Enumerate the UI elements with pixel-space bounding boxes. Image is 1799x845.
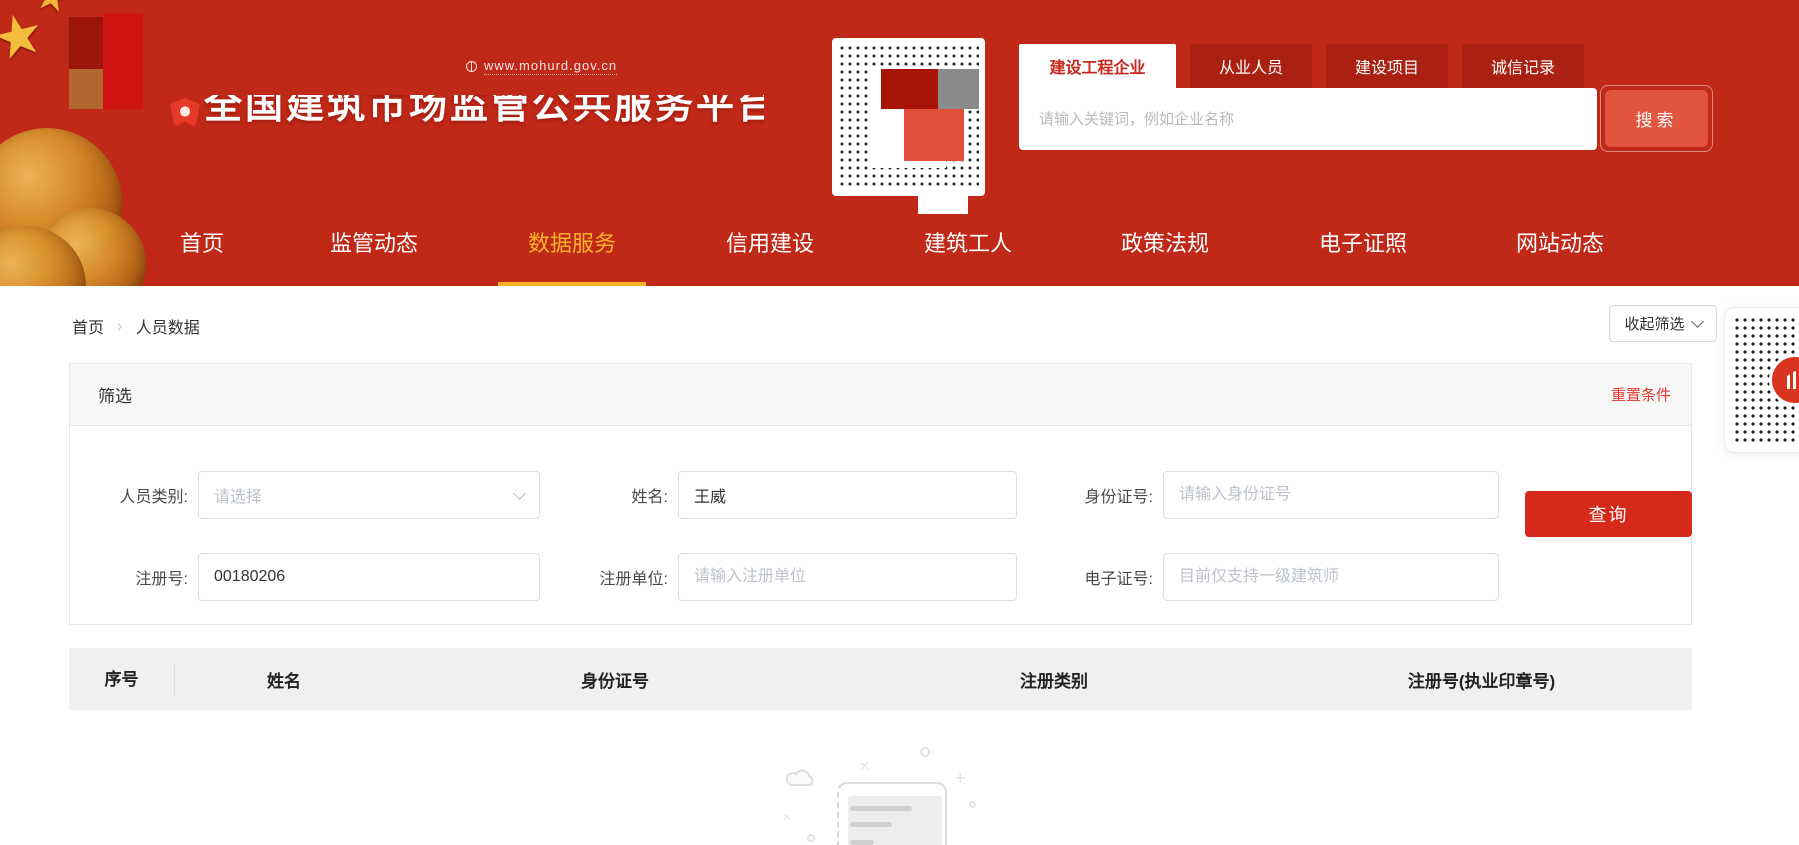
nav-item-data-service[interactable]: 数据服务 <box>528 205 616 286</box>
site-header: ★ ★ www.mohurd.gov.cn 全国建筑市场监管公共服务平台 建设工… <box>0 0 1799 286</box>
name-label: 姓名: <box>631 489 668 506</box>
document-panel <box>848 796 942 845</box>
qr-center-logo <box>1769 354 1799 406</box>
censor-block <box>69 69 103 109</box>
nav-item-news[interactable]: 监管动态 <box>330 205 418 286</box>
filter-header: 筛选 重置条件 <box>70 364 1691 426</box>
collapse-filter-label: 收起筛选 <box>1624 316 1685 333</box>
e-cert-label: 电子证号: <box>1084 571 1153 588</box>
search-tab-personnel[interactable]: 从业人员 <box>1190 44 1312 88</box>
circle-decor <box>969 801 976 808</box>
column-header-reg-type: 注册类别 <box>1020 672 1088 691</box>
nav-item-workers[interactable]: 建筑工人 <box>924 205 1012 286</box>
breadcrumb-separator-icon: › <box>117 316 123 335</box>
document-line <box>850 822 892 827</box>
name-input[interactable] <box>678 471 1017 519</box>
empty-results-area: × + × <box>0 710 1799 845</box>
breadcrumb-home[interactable]: 首页 <box>72 314 104 338</box>
filter-title: 筛选 <box>98 387 132 406</box>
id-number-label: 身份证号: <box>1084 489 1153 506</box>
collapse-filter-button[interactable]: 收起筛选 <box>1609 305 1717 342</box>
page: ★ ★ www.mohurd.gov.cn 全国建筑市场监管公共服务平台 建设工… <box>0 0 1799 845</box>
search-panel <box>1019 88 1597 150</box>
document-line <box>850 806 912 811</box>
reset-conditions-link[interactable]: 重置条件 <box>1611 384 1671 405</box>
nav-item-e-cert[interactable]: 电子证照 <box>1319 205 1407 286</box>
breadcrumb: 首页 › 人员数据 <box>72 314 200 338</box>
search-tab-credit[interactable]: 诚信记录 <box>1462 44 1584 88</box>
field-reg-number: 注册号: <box>98 553 540 601</box>
nav-item-credit[interactable]: 信用建设 <box>726 205 814 286</box>
chevron-down-icon <box>1690 315 1704 328</box>
field-reg-unit: 注册单位: <box>561 553 1017 601</box>
censor-block <box>904 109 964 161</box>
column-header-name: 姓名 <box>267 672 301 691</box>
person-category-label: 人员类别: <box>119 489 188 506</box>
censor-block <box>881 69 938 109</box>
select-placeholder: 请选择 <box>214 489 263 506</box>
site-title-wrap: 全国建筑市场监管公共服务平台 <box>204 95 764 132</box>
field-id-number: 身份证号: <box>1041 471 1499 519</box>
nav-item-site-news[interactable]: 网站动态 <box>1516 205 1604 286</box>
circle-decor <box>920 747 930 757</box>
results-table-header: 序号 姓名 身份证号 注册类别 注册号(执业印章号) <box>69 648 1692 710</box>
field-name: 姓名: <box>561 471 1017 519</box>
cloud-icon <box>785 769 814 786</box>
site-url-row: www.mohurd.gov.cn <box>466 58 618 75</box>
field-e-cert: 电子证号: <box>1041 553 1499 601</box>
filter-panel: 筛选 重置条件 人员类别: 请选择 姓名: 身份证号: 注册号: 注册单位: <box>69 363 1692 625</box>
active-nav-underline <box>498 282 646 286</box>
site-url: www.mohurd.gov.cn <box>484 58 618 75</box>
empty-document-illustration <box>837 782 947 845</box>
building-icon <box>1787 371 1799 389</box>
censor-block <box>103 13 143 109</box>
e-cert-input[interactable] <box>1163 553 1499 601</box>
qr-code-center <box>832 38 985 196</box>
x-mark-decor: × <box>860 758 870 775</box>
search-button[interactable]: 搜索 <box>1605 90 1708 147</box>
column-header-id-number: 身份证号 <box>581 672 649 691</box>
search-tab-enterprise[interactable]: 建设工程企业 <box>1019 44 1176 88</box>
field-person-category: 人员类别: 请选择 <box>98 471 540 519</box>
reg-number-input[interactable] <box>198 553 540 601</box>
nav-item-home[interactable]: 首页 <box>180 205 224 286</box>
reg-number-label: 注册号: <box>135 571 188 588</box>
person-category-select[interactable]: 请选择 <box>198 471 540 519</box>
column-header-reg-number: 注册号(执业印章号) <box>1407 672 1556 691</box>
qr-pattern <box>1733 316 1799 444</box>
censor-block <box>938 69 979 109</box>
plus-mark-decor: + <box>955 768 966 788</box>
query-button[interactable]: 查询 <box>1525 491 1692 537</box>
search-input[interactable] <box>1019 88 1597 150</box>
search-tabs: 建设工程企业 从业人员 建设项目 诚信记录 <box>1019 44 1584 88</box>
reg-unit-label: 注册单位: <box>599 571 668 588</box>
qr-code-card <box>1724 307 1799 453</box>
search-button-wrap: 搜索 <box>1600 85 1713 152</box>
nav-item-policy[interactable]: 政策法规 <box>1121 205 1209 286</box>
column-header-index: 序号 <box>69 662 175 697</box>
site-title: 全国建筑市场监管公共服务平台 <box>204 95 764 127</box>
breadcrumb-current: 人员数据 <box>135 320 200 337</box>
site-logo <box>170 98 200 128</box>
circle-decor <box>807 834 815 842</box>
id-number-input[interactable] <box>1163 471 1499 519</box>
search-tab-project[interactable]: 建设项目 <box>1326 44 1448 88</box>
document-line <box>850 840 874 845</box>
chevron-down-icon <box>513 486 526 500</box>
censor-block <box>69 17 103 69</box>
globe-icon <box>466 61 477 72</box>
x-mark-decor: × <box>783 809 791 824</box>
reg-unit-input[interactable] <box>678 553 1017 601</box>
